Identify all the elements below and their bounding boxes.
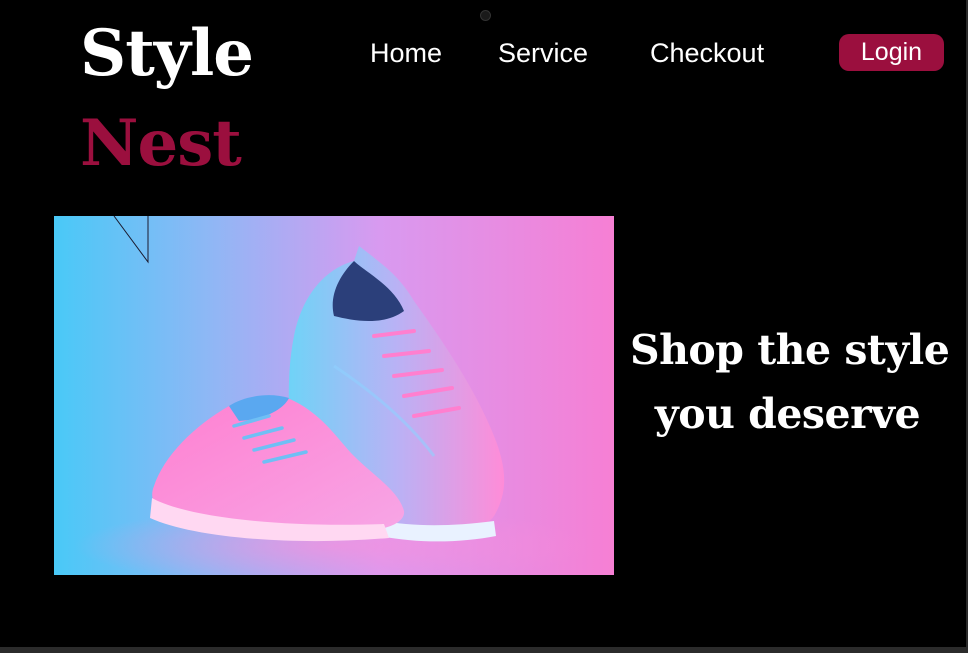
window-bottom-edge <box>0 647 968 653</box>
nav-link-home[interactable]: Home <box>370 36 442 70</box>
brand-logo[interactable]: Style Nest <box>80 16 254 181</box>
nav-link-checkout[interactable]: Checkout <box>650 36 764 70</box>
camera-dot <box>480 10 491 21</box>
nav-link-service[interactable]: Service <box>498 36 588 70</box>
tagline-line1: Shop the style <box>630 326 950 374</box>
brand-name-line1: Style <box>80 16 254 91</box>
sneaker-illustration <box>74 216 594 575</box>
tagline-line2: you deserve <box>654 390 921 438</box>
hero-tagline: Shop the style you deserve <box>630 318 950 446</box>
brand-name-line2: Nest <box>80 106 242 181</box>
hero-sneaker-image <box>54 216 614 575</box>
app-window: Style Nest Home Service Checkout Login S… <box>0 0 968 653</box>
login-button[interactable]: Login <box>839 34 944 71</box>
